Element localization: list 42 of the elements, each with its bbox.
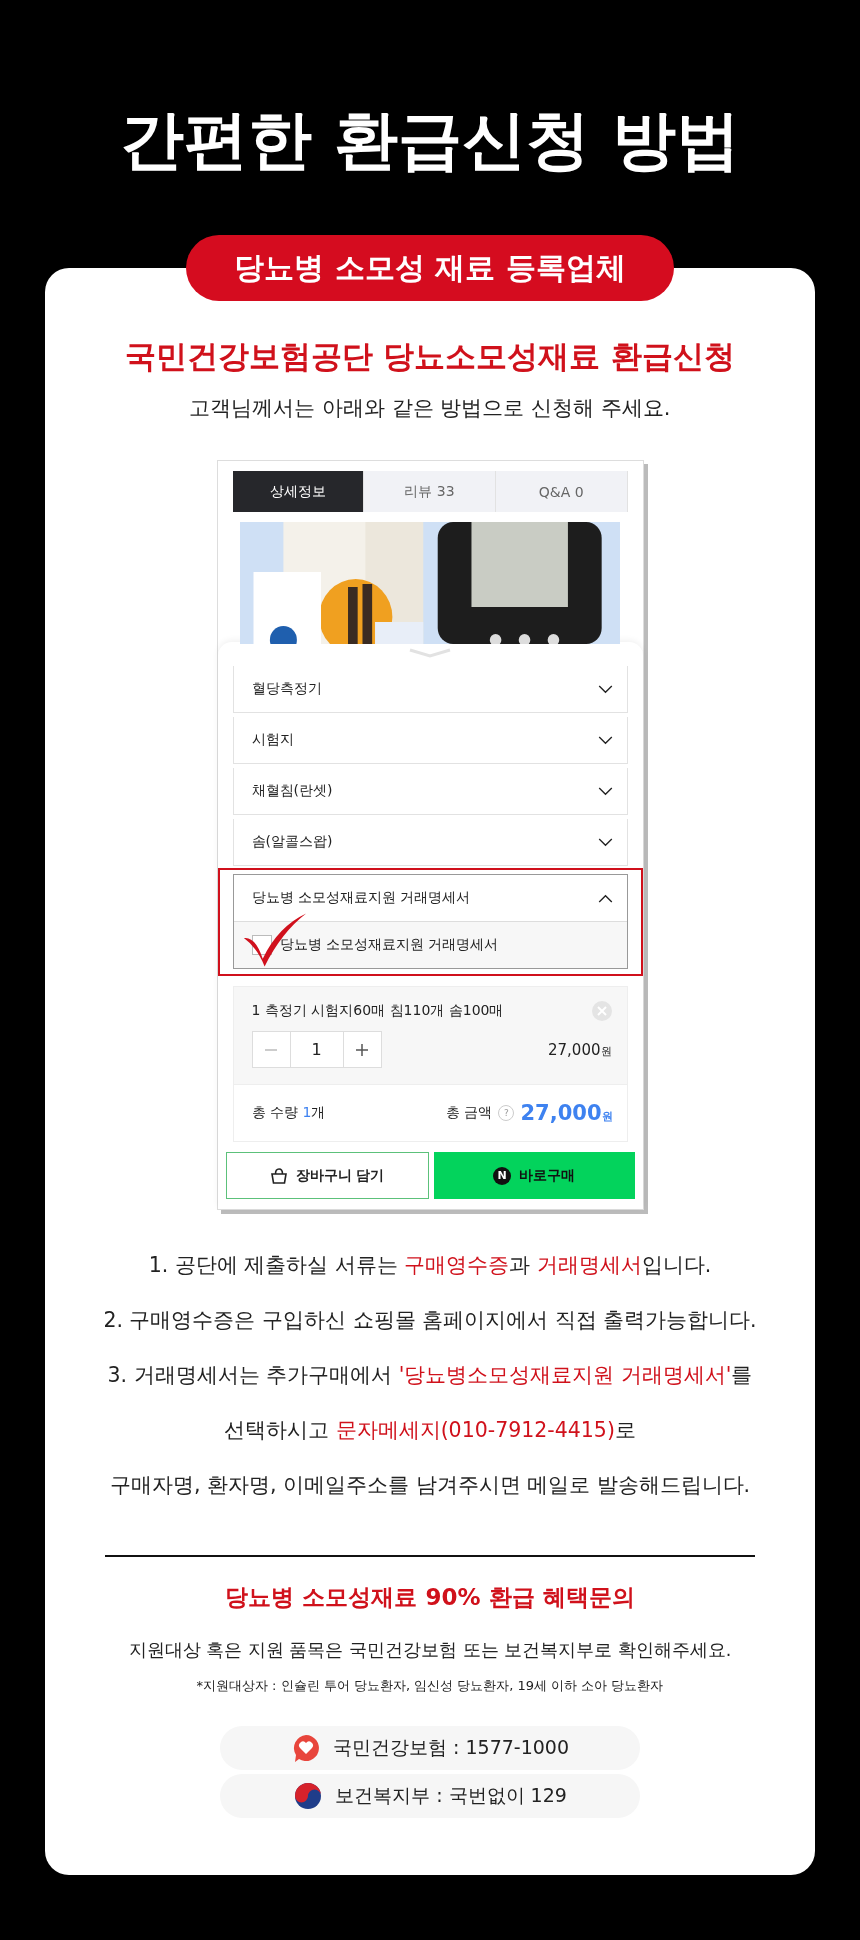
inquiry-heading: 당뇨병 소모성재료 90% 환급 혜택문의 xyxy=(225,1583,635,1612)
accordion-label: 채혈침(란셋) xyxy=(251,782,333,800)
option-name: 1 측정기 시험지60매 침110개 솜100매 xyxy=(251,1002,504,1020)
heading: 국민건강보험공단 당뇨소모성재료 환급신청 xyxy=(124,337,736,376)
option-price: 27,000원 xyxy=(548,1040,612,1059)
title-badge: 당뇨병 소모성 재료 등록업체 xyxy=(186,235,674,301)
tab[interactable]: 상세정보 xyxy=(232,471,365,512)
instruction-line: 2. 구매영수증은 구입하신 쇼핑몰 홈페이지에서 직접 출력가능합니다. xyxy=(103,1307,757,1334)
instruction-line: 1. 공단에 제출하실 서류는 구매영수증과 거래명세서입니다. xyxy=(148,1252,712,1279)
total-quantity: 총 수량 1개 xyxy=(251,1104,326,1122)
accordion-item[interactable]: 솜(알콜스왑) xyxy=(232,819,628,866)
accordion-label: 혈당측정기 xyxy=(251,680,322,698)
accordion-item[interactable]: 채혈침(란셋) xyxy=(232,768,628,815)
instruction-line: 선택하시고 문자메세지(010-7912-4415)로 xyxy=(224,1417,636,1444)
chevron-down-icon[interactable] xyxy=(408,648,452,658)
footnote: *지원대상자 : 인슐린 투어 당뇨환자, 임신성 당뇨환자, 19세 이하 소아 당뇨환자 xyxy=(196,1677,664,1695)
instruction-line: 구매자명, 환자명, 이메일주소를 남겨주시면 메일로 발송해드립니다. xyxy=(109,1472,751,1499)
plus-icon[interactable] xyxy=(355,1042,369,1057)
accordion-label: 시험지 xyxy=(251,731,294,749)
page-title: 간편한 환급신청 방법 xyxy=(119,102,741,179)
taegeuk-icon xyxy=(293,1781,324,1811)
option-label: 당뇨병 소모성재료지원 거래명세서 xyxy=(279,936,499,954)
subtitle: 고객님께서는 아래와 같은 방법으로 신청해 주세요. xyxy=(189,395,671,422)
logo-icon: N xyxy=(493,1166,511,1185)
contact-text: 국민건강보험 : 1577-1000 xyxy=(332,1735,569,1760)
accordion-label: 당뇨병 소모성재료지원 거래명세서 xyxy=(251,889,471,907)
total-amount: 27,000원 xyxy=(520,1101,613,1125)
accordion-item[interactable]: 당뇨병 소모성재료지원 거래명세서 당뇨병 소모성재료지원 거래명세서 xyxy=(232,874,628,969)
remove-icon[interactable] xyxy=(591,1001,612,1021)
option-item[interactable]: 당뇨병 소모성재료지원 거래명세서 xyxy=(233,921,627,968)
instruction-line: 3. 거래명세서는 추가구매에서 '당뇨병소모성재료지원 거래명세서'를 xyxy=(107,1362,753,1389)
accordion-label: 솜(알콜스왑) xyxy=(251,833,333,851)
quantity-stepper[interactable]: 1 xyxy=(251,1031,382,1068)
buy-now-button[interactable]: N 바로구매 xyxy=(433,1152,635,1199)
quantity-value: 1 xyxy=(289,1032,344,1067)
contact-text: 보건복지부 : 국번없이 129 xyxy=(335,1783,567,1808)
cart-button[interactable]: 장바구니 담기 xyxy=(225,1152,429,1199)
total-amount-label: 총 금액 xyxy=(446,1104,493,1122)
accordion-item[interactable]: 시험지 xyxy=(232,717,628,764)
inquiry-note: 지원대상 혹은 지원 품목은 국민건강보험 또는 보건복지부로 확인해주세요. xyxy=(128,1639,732,1662)
shopping-bag-icon xyxy=(269,1166,288,1185)
accordion-item[interactable]: 혈당측정기 xyxy=(232,666,628,713)
